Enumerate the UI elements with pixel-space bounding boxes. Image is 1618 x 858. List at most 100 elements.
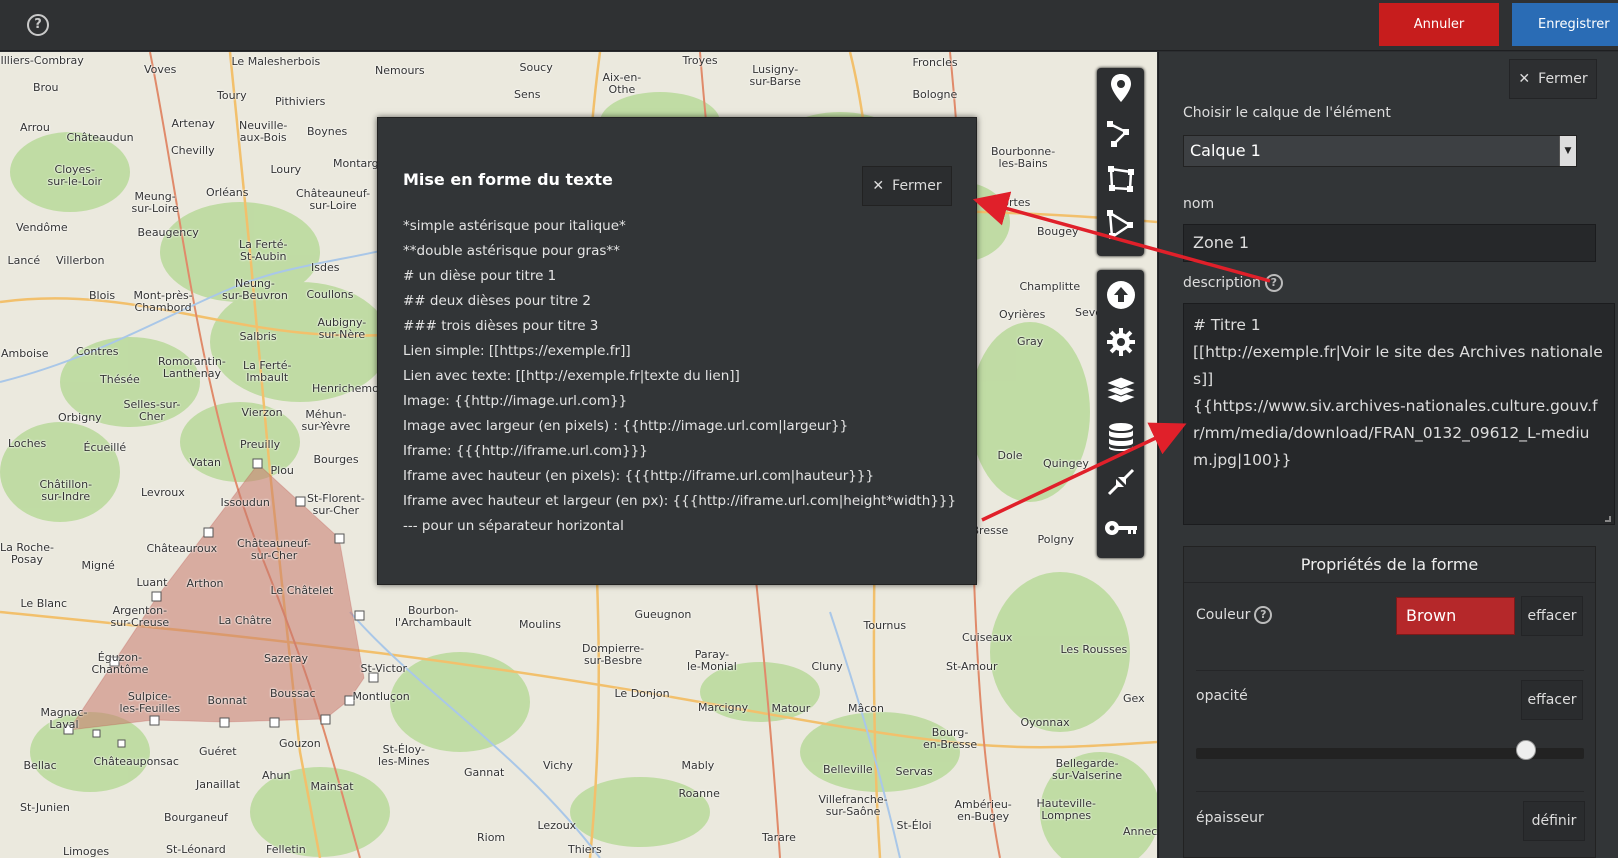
feature-edit-panel: ✕ Fermer Choisir le calque de l'élément … — [1158, 52, 1618, 858]
add-polygon-button[interactable] — [1097, 159, 1144, 199]
layers-button[interactable] — [1097, 369, 1144, 409]
format-help-line: Image avec largeur (en pixels) : {{http:… — [403, 418, 849, 434]
multi-shape-icon — [1106, 210, 1133, 239]
map-place-label: Marcigny — [698, 701, 749, 714]
map-place-label: La Ferté- St-Aubin — [239, 238, 288, 263]
map-place-label: Polgny — [1037, 533, 1075, 546]
map-place-label: Châteauneuf- sur-Loire — [296, 187, 371, 212]
map-place-label: Contres — [76, 345, 119, 358]
map-place-label: Vatan — [189, 456, 221, 469]
map-place-label: Orléans — [206, 186, 249, 199]
settings-button[interactable] — [1097, 322, 1144, 362]
map-place-label: Bourganeuf — [164, 811, 228, 824]
map-place-label: Aix-en- Othe — [602, 71, 642, 96]
map-place-label: St-Éloi — [896, 819, 932, 832]
map-place-label: St-Amour — [946, 660, 998, 673]
map-place-label: Cuiseaux — [962, 631, 1013, 644]
format-help-line: Iframe: {{{http://iframe.url.com}}} — [403, 443, 648, 459]
color-input[interactable]: Brown — [1396, 597, 1515, 635]
add-polyline-button[interactable] — [1097, 113, 1144, 153]
map-place-label: Bonnat — [207, 694, 247, 707]
map-place-label: Dompierre- sur-Besbre — [582, 642, 645, 667]
map-place-label: La Ferté- Imbault — [243, 359, 292, 384]
layers-icon — [1104, 376, 1137, 404]
opacity-label: opacité — [1196, 688, 1248, 704]
format-help-line: --- pour un séparateur horizontal — [403, 518, 624, 534]
map-place-label: Coullons — [306, 288, 354, 301]
map-place-label: Oyrières — [999, 308, 1046, 321]
close-icon: ✕ — [872, 178, 885, 194]
map-place-label: Argenton- sur-Creuse — [110, 604, 170, 629]
map-place-label: St-Victor — [360, 662, 408, 675]
save-button[interactable]: Enregistrer — [1512, 3, 1618, 46]
divider — [1196, 791, 1584, 792]
map-place-label: Neuville- aux-Bois — [239, 119, 288, 144]
color-clear-button[interactable]: effacer — [1521, 596, 1583, 636]
help-icon[interactable]: ? — [1254, 606, 1273, 624]
name-input[interactable]: Zone 1 — [1183, 224, 1596, 262]
map-place-label: Froncles — [912, 56, 958, 69]
map-place-label: Tournus — [863, 619, 907, 632]
settings-toolbar — [1097, 270, 1144, 558]
map-place-label: Arrou — [20, 121, 50, 134]
data-button[interactable] — [1097, 417, 1144, 457]
map-place-label: Mainsat — [310, 780, 354, 793]
map-place-label: Châtillon- sur-Indre — [39, 478, 93, 503]
center-button[interactable] — [1097, 462, 1144, 502]
cancel-button[interactable]: Annuler — [1379, 3, 1499, 46]
map-place-label: Écueillé — [83, 441, 127, 454]
format-help-line: Lien simple: [[https://exemple.fr]] — [403, 343, 631, 359]
map-place-label: Matour — [771, 702, 811, 715]
layer-select[interactable]: Calque 1 ▼ — [1183, 135, 1577, 167]
map-place-label: Ambérieu- en-Bugey — [954, 798, 1012, 823]
map-place-label: Villerbon — [56, 254, 105, 267]
map-place-label: Gannat — [464, 766, 505, 779]
add-marker-button[interactable] — [1097, 68, 1144, 108]
color-label-row: Couleur? — [1196, 606, 1273, 624]
map-place-label: Bourbonne- les-Bains — [991, 145, 1056, 170]
map-place-label: Illiers-Combray — [0, 54, 84, 67]
add-multi-shape-button[interactable] — [1097, 204, 1144, 244]
shape-properties: Propriétés de la forme Couleur? Brown ef… — [1183, 546, 1596, 858]
description-textarea[interactable]: # Titre 1 [[http://exemple.fr|Voir le si… — [1183, 303, 1615, 525]
map-place-label: Loches — [8, 437, 47, 450]
map-place-label: Mâcon — [848, 702, 884, 715]
dialog-close-button[interactable]: ✕ Fermer — [862, 166, 952, 206]
resize-handle[interactable] — [1605, 516, 1611, 522]
panel-close-button[interactable]: ✕ Fermer — [1509, 59, 1597, 99]
map-place-label: Cloyes- sur-le-Loir — [47, 163, 103, 188]
map-place-label: Soucy — [519, 61, 553, 74]
layer-label: Choisir le calque de l'élément — [1183, 105, 1391, 121]
opacity-slider-handle[interactable] — [1515, 740, 1536, 760]
key-icon — [1104, 521, 1137, 535]
map-place-label: Loury — [270, 163, 302, 176]
format-help-line: ### trois dièses pour titre 3 — [403, 318, 599, 334]
map-place-label: Oyonnax — [1020, 716, 1070, 729]
map-place-label: Mably — [681, 759, 715, 772]
top-bar: ? Annuler Enregistrer — [0, 0, 1618, 51]
import-button[interactable] — [1097, 275, 1144, 315]
map-place-label: La Châtre — [218, 614, 272, 627]
panel-close-label: Fermer — [1538, 71, 1588, 87]
draw-toolbar — [1097, 68, 1144, 256]
map-place-label: Châteauneuf- sur-Cher — [237, 537, 312, 562]
help-icon[interactable]: ? — [1264, 274, 1283, 292]
opacity-clear-button[interactable]: effacer — [1521, 680, 1583, 720]
collapse-icon — [1107, 468, 1134, 496]
map-place-label: Bourg- en-Bresse — [923, 726, 978, 751]
map-place-label: Sazeray — [264, 652, 309, 665]
description-label-row: description? — [1183, 274, 1283, 292]
permissions-button[interactable] — [1097, 508, 1144, 548]
map-place-label: Châteauroux — [146, 542, 218, 555]
map-place-label: Bellac — [23, 759, 57, 772]
map-place-label: Gex — [1123, 692, 1145, 705]
map-place-label: Bourges — [313, 453, 359, 466]
map-place-label: Servas — [895, 765, 933, 778]
map-place-label: Roanne — [678, 787, 720, 800]
weight-define-button[interactable]: définir — [1523, 801, 1585, 841]
help-icon[interactable]: ? — [27, 14, 49, 36]
map-place-label: Lezoux — [537, 819, 577, 832]
close-icon: ✕ — [1518, 71, 1531, 87]
map-place-label: Magnac- Laval — [40, 706, 88, 731]
map-place-label: Artenay — [171, 117, 215, 130]
